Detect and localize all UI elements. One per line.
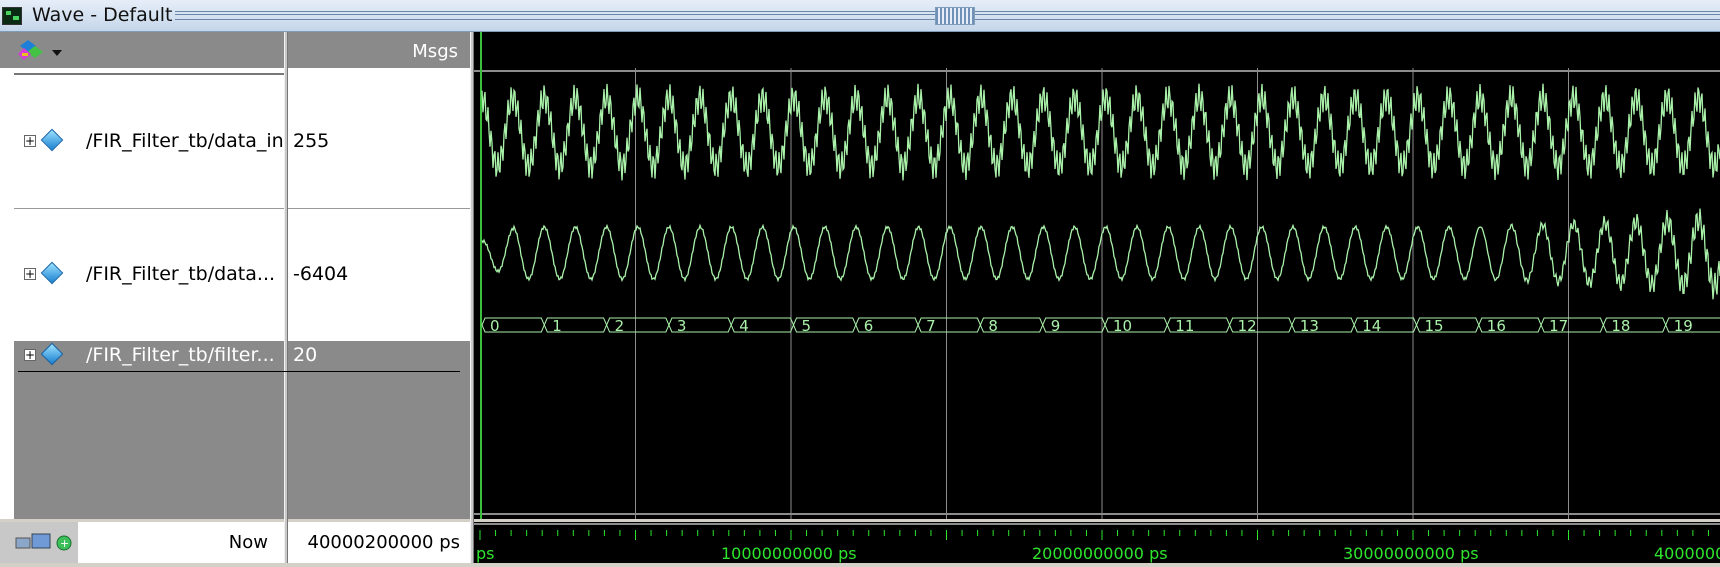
window-title-bar: Wave - Default [0,0,1720,32]
footer-tools: + [0,522,78,563]
bus-segment-value: 19 [1674,317,1693,335]
signal-diamond-icon [41,262,64,285]
bus-segment-value: 9 [1051,317,1061,335]
bus-segment-value: 10 [1113,317,1132,335]
bus-segment-value: 12 [1238,317,1257,335]
pane-left-edge [0,68,14,519]
bus-segment-value: 17 [1549,317,1568,335]
bus-segment-value: 16 [1487,317,1506,335]
footer-values: 40000200000 ps [288,522,470,563]
bus-segment-value: 0 [490,317,500,335]
cursor-line[interactable] [480,32,482,68]
bus-segment-value: 18 [1611,317,1630,335]
selection-underline [288,371,460,372]
signal-name[interactable]: /FIR_Filter_tb/data... [86,263,275,285]
bus-segment-value: 15 [1425,317,1444,335]
values-header: Msgs [288,32,470,68]
chevron-down-icon[interactable] [52,50,62,56]
bus-segment-value: 1 [552,317,562,335]
wave-app-icon [2,7,22,25]
time-start-label: ps [476,544,495,563]
signal-value: -6404 [293,263,348,285]
time-label: 30000000000 ps [1343,544,1479,563]
wave-toolbar-icon[interactable] [18,38,46,62]
bus-segment-value: 5 [802,317,812,335]
time-label: 4000000 [1654,544,1720,563]
svg-text:+: + [60,537,69,550]
pane-top-divider [14,73,284,75]
time-ruler[interactable]: ps 10000000000 ps 20000000000 ps 300000000… [474,522,1720,563]
footer-toolbar-icons[interactable]: + [0,522,78,563]
bus-segment-value: 11 [1175,317,1194,335]
row-divider [288,208,470,209]
now-value: 40000200000 ps [308,532,461,553]
window-title: Wave - Default [32,4,173,26]
bus-segment-value: 6 [864,317,874,335]
expand-icon[interactable]: + [24,268,36,280]
time-label: 20000000000 ps [1032,544,1168,563]
wave-canvas[interactable]: 012345678910111213141516171819 [474,68,1720,519]
signal-name[interactable]: /FIR_Filter_tb/data_in [86,130,284,152]
signal-values-pane: 255 -6404 20 [288,68,470,519]
signal-value: 20 [293,344,317,366]
names-header [0,32,284,68]
signal-names-pane: + /FIR_Filter_tb/data_in + /FIR_Filter_t… [0,68,284,519]
signal-value: 255 [293,130,329,152]
bus-segment-value: 4 [739,317,749,335]
bus-segment-value: 14 [1362,317,1381,335]
bus-segment-value: 3 [677,317,687,335]
msgs-column-label: Msgs [412,41,458,62]
bus-segment-value: 8 [988,317,998,335]
bus-segment-value: 13 [1300,317,1319,335]
now-label: Now [229,532,268,553]
bus-segment-value: 7 [926,317,936,335]
selected-row-highlight [0,341,284,519]
footer-names: + Now [0,522,284,563]
expand-icon[interactable]: + [24,135,36,147]
row-divider [14,208,284,209]
wave-header-strip [474,32,1720,68]
cursor-line[interactable] [480,68,482,519]
time-label: 10000000000 ps [721,544,857,563]
signal-name[interactable]: /FIR_Filter_tb/filter... [86,344,275,366]
signal-diamond-icon [41,129,64,152]
expand-icon[interactable]: + [24,349,36,361]
drag-handle[interactable] [935,7,975,25]
selected-row-highlight [288,341,470,519]
bus-segment-value: 2 [615,317,625,335]
